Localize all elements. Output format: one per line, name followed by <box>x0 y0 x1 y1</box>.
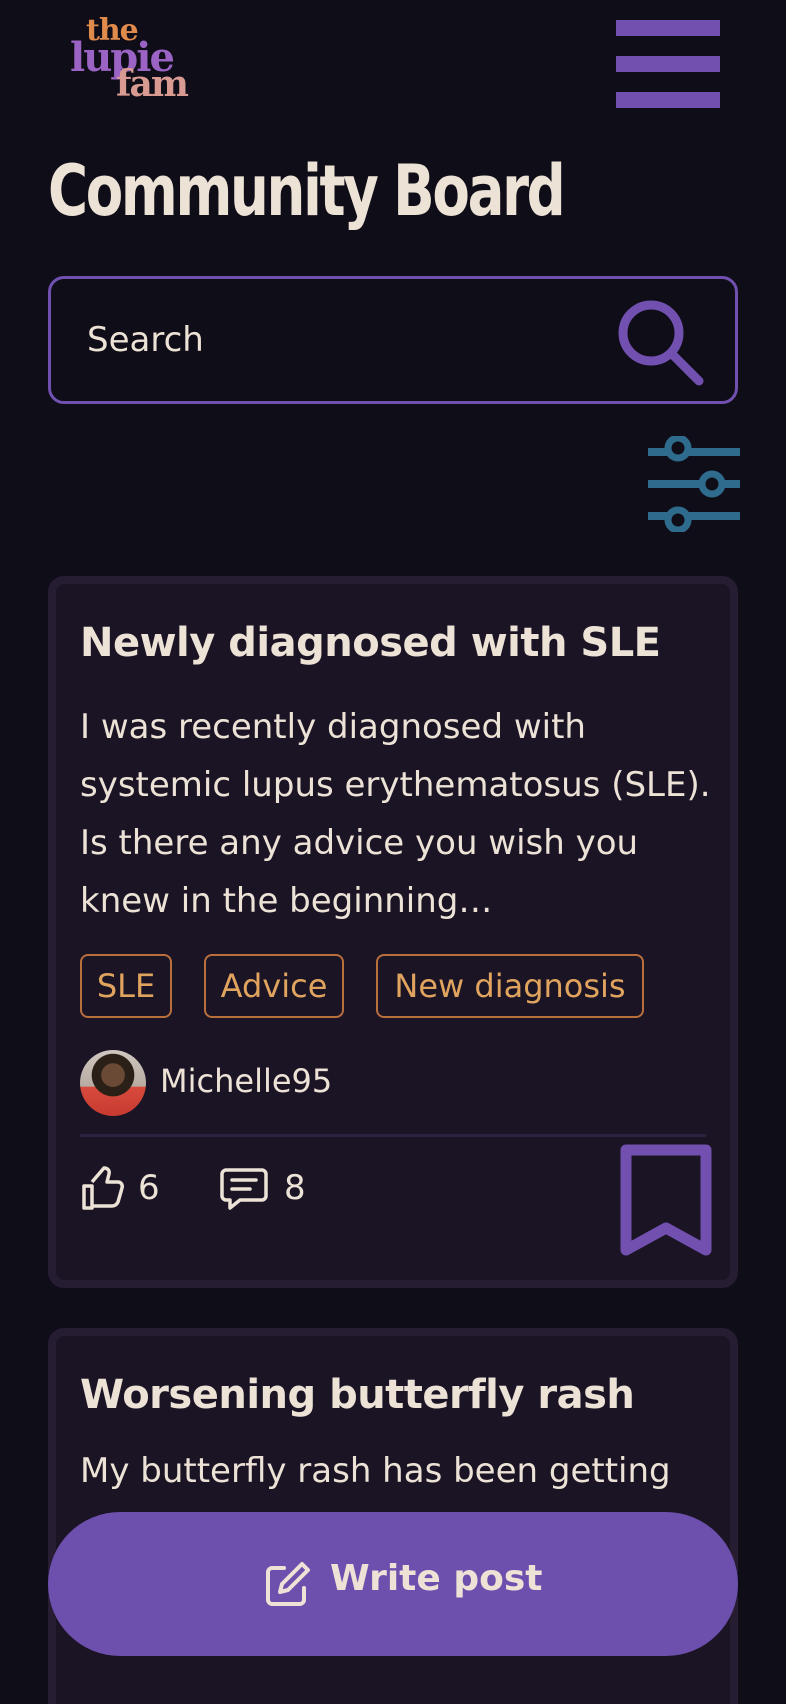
menu-bar <box>616 56 720 72</box>
thumbs-up-icon[interactable] <box>80 1166 126 1212</box>
community-board-screen: the lupie fam Community Board Newly diag… <box>0 0 786 1704</box>
post-excerpt: My butterfly rash has been getting <box>80 1451 671 1491</box>
post-card[interactable]: Newly diagnosed with SLE I was recently … <box>48 576 738 1288</box>
comment-icon[interactable] <box>220 1166 268 1212</box>
write-post-label: Write post <box>330 1558 543 1599</box>
logo-word-fam: fam <box>116 63 189 105</box>
like-count: 6 <box>138 1168 160 1208</box>
comment-count: 8 <box>284 1168 306 1208</box>
tag-chip[interactable]: Advice <box>204 954 344 1018</box>
lupie-fam-logo[interactable]: the lupie fam <box>68 14 192 106</box>
tag-chip[interactable]: SLE <box>80 954 172 1018</box>
menu-bar <box>616 20 720 36</box>
tag-chip[interactable]: New diagnosis <box>376 954 644 1018</box>
post-excerpt: I was recently diagnosed with systemic l… <box>80 707 711 921</box>
page-title: Community Board <box>48 150 566 232</box>
avatar <box>80 1050 146 1116</box>
author-name: Michelle95 <box>160 1062 333 1100</box>
post-title[interactable]: Worsening butterfly rash <box>80 1372 635 1418</box>
post-title[interactable]: Newly diagnosed with SLE <box>80 620 661 666</box>
write-post-button[interactable]: Write post <box>48 1512 738 1656</box>
edit-pencil-icon <box>266 1562 310 1606</box>
search-bar <box>48 276 738 404</box>
divider <box>80 1134 706 1137</box>
hamburger-menu-icon[interactable] <box>614 18 722 110</box>
search-input[interactable] <box>87 307 607 373</box>
bookmark-icon[interactable] <box>620 1144 712 1258</box>
menu-bar <box>616 92 720 108</box>
filter-sliders-icon[interactable] <box>648 436 740 532</box>
search-icon[interactable] <box>611 293 711 393</box>
